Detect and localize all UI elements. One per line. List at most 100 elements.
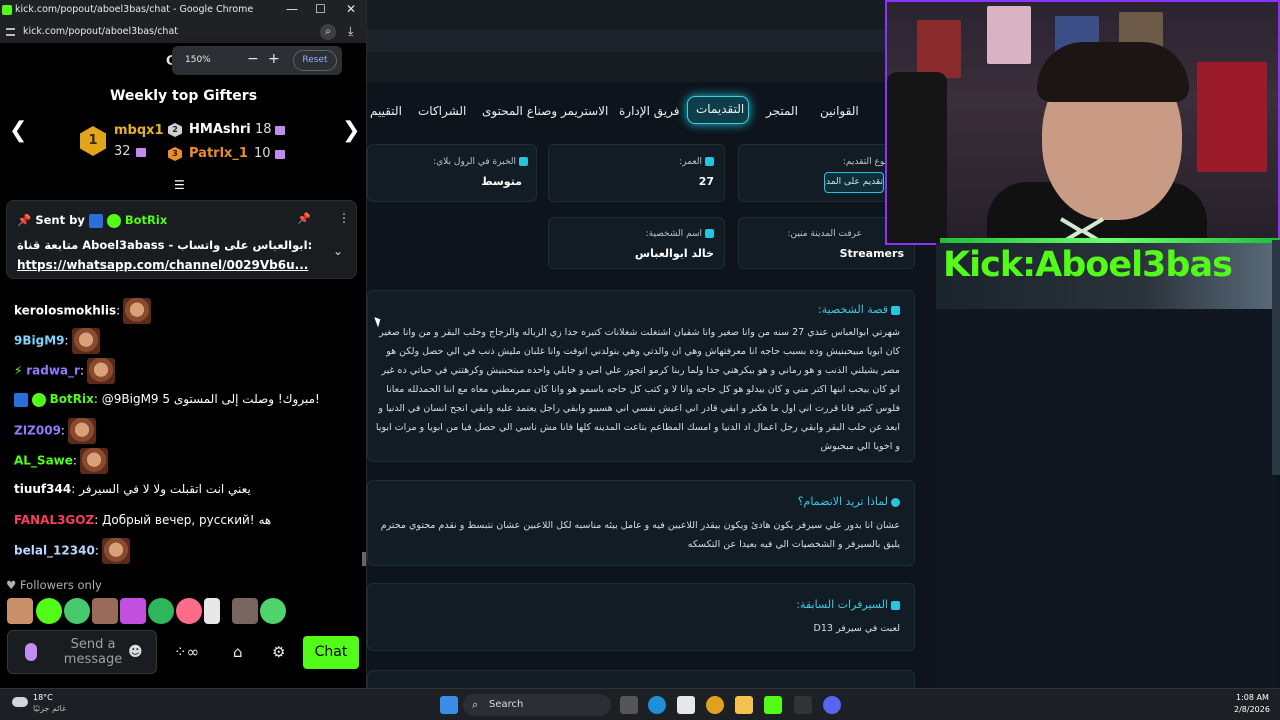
microphone-icon[interactable] xyxy=(25,643,37,661)
chat-input[interactable]: Send a message ☻ xyxy=(7,630,157,674)
gifter-name[interactable]: Patrlx_1 xyxy=(189,146,248,161)
story-text: شهرتي ابوالعباس عندي 27 سنه من وانا صغير… xyxy=(375,327,900,452)
maximize-button[interactable]: ☐ xyxy=(315,2,326,16)
webcam-overlay xyxy=(885,0,1280,245)
pin-icon[interactable]: 📌 xyxy=(297,212,311,225)
close-button[interactable]: ✕ xyxy=(346,2,356,16)
start-icon[interactable] xyxy=(440,696,458,714)
edge-icon[interactable] xyxy=(648,696,666,714)
collapse-handle-icon[interactable]: ☰ xyxy=(174,178,190,192)
expand-icon[interactable]: ⌄ xyxy=(333,244,343,258)
chat-username[interactable]: BotRix xyxy=(50,392,94,406)
chat-username[interactable]: AL_Sawe xyxy=(14,454,73,468)
taskbar-search[interactable]: ⌕ Search xyxy=(463,694,611,716)
discord-icon[interactable] xyxy=(823,696,841,714)
clock-date[interactable]: 2/8/2026 xyxy=(1234,705,1270,714)
story-card: قصة الشخصية: شهرتي ابوالعباس عندي 27 سنه… xyxy=(367,290,915,462)
emote-icon[interactable] xyxy=(148,598,174,624)
gifter-count: 10 xyxy=(254,146,271,161)
file-explorer-icon[interactable] xyxy=(735,696,753,714)
chat-username[interactable]: 9BigM9 xyxy=(14,334,65,348)
send-chat-button[interactable]: Chat xyxy=(303,636,359,669)
url-text: kick.com/popout/aboel3bas/chat xyxy=(23,26,178,37)
emote-icon[interactable] xyxy=(64,598,90,624)
emote-icon[interactable] xyxy=(92,598,118,624)
wall-poster xyxy=(917,20,961,78)
kick-banner-text: Kick:Aboel3bas xyxy=(943,245,1233,285)
bot-badge-icon xyxy=(88,213,103,228)
weather-icon[interactable] xyxy=(12,697,28,707)
weather-temp[interactable]: 18°C xyxy=(33,693,53,702)
chat-message: FANAL3GOZ: Добрый вечер, русский! هه xyxy=(14,513,272,527)
why-title: لماذا تريد الانضمام؟ xyxy=(798,495,900,508)
nav-item-applications[interactable]: التقديمات xyxy=(696,102,744,116)
more-options-icon[interactable]: ⋮ xyxy=(338,211,350,225)
zoom-reset-button[interactable]: Reset xyxy=(293,50,337,71)
chat-username[interactable]: FANAL3GOZ xyxy=(14,513,94,527)
gifter-name[interactable]: HMAshri xyxy=(189,122,251,137)
minimize-button[interactable]: — xyxy=(286,2,298,16)
question-icon xyxy=(891,497,900,507)
next-arrow-icon[interactable]: ❯ xyxy=(342,118,360,143)
nav-item-store[interactable]: المتجر xyxy=(766,104,798,118)
site-settings-icon[interactable] xyxy=(6,28,15,36)
capcut-icon[interactable] xyxy=(794,696,812,714)
download-icon[interactable]: ⤓ xyxy=(348,24,353,39)
gifter-count: 32 xyxy=(114,144,131,159)
emote-icon[interactable] xyxy=(260,598,286,624)
nav-item-staff[interactable]: فريق الإدارة xyxy=(619,104,679,118)
why-text: عشان انا بدور علي سيرفر يكون هادئ ويكون … xyxy=(380,520,900,550)
emote-icon[interactable] xyxy=(204,598,220,624)
windows-taskbar xyxy=(0,688,1280,720)
apply-type-label: نوع التقديم: xyxy=(842,157,887,167)
emote-icon[interactable] xyxy=(36,598,62,624)
followers-only-notice: ♥ Followers only xyxy=(6,578,102,592)
emote-icon[interactable] xyxy=(176,598,202,624)
weekly-gifters-panel: Weekly top Gifters ❮ ❯ 1 mbqx1 32 2 HMAs… xyxy=(0,80,366,192)
zoom-in-button[interactable]: + xyxy=(268,51,280,67)
age-value: 27 xyxy=(698,175,714,188)
nav-item-rules[interactable]: القوانين xyxy=(820,104,859,118)
chat-input-placeholder: Send a message xyxy=(63,637,123,667)
emoji-icon[interactable]: ☻ xyxy=(128,644,143,660)
store-icon[interactable]: ⌂ xyxy=(233,643,243,661)
store-app-icon[interactable] xyxy=(677,696,695,714)
pinned-link[interactable]: https://whatsapp.com/channel/0029Vb6u... xyxy=(17,258,322,272)
nav-item-rating[interactable]: التقييم xyxy=(370,104,402,118)
chat-message: ZIZ009: xyxy=(14,418,96,444)
page-scrollbar[interactable] xyxy=(1272,240,1280,475)
address-bar[interactable]: kick.com/popout/aboel3bas/chat ⌕ ⤓ xyxy=(0,21,366,43)
story-title: قصة الشخصية: xyxy=(818,303,900,316)
apply-city-button[interactable]: تقديم على المدينة xyxy=(824,172,884,193)
chat-message: AL_Sawe: xyxy=(14,448,108,474)
clock-time[interactable]: 1:08 AM xyxy=(1236,693,1269,702)
chat-scrollbar[interactable] xyxy=(362,552,366,566)
zoom-out-button[interactable]: − xyxy=(247,51,259,67)
settings-gear-icon[interactable]: ⚙ xyxy=(272,643,285,661)
emote-icon[interactable] xyxy=(232,598,258,624)
chrome-icon[interactable] xyxy=(706,696,724,714)
chat-message: belal_12340: xyxy=(14,538,130,564)
chat-username[interactable]: kerolosmokhlis xyxy=(14,304,116,318)
emote-icon[interactable] xyxy=(7,598,33,624)
task-view-icon[interactable] xyxy=(620,696,638,714)
kick-app-icon[interactable] xyxy=(764,696,782,714)
gift-icon xyxy=(136,148,146,157)
chat-username[interactable]: ZIZ009 xyxy=(14,424,61,438)
emote-icon[interactable] xyxy=(120,598,146,624)
chat-username[interactable]: tiuuf344 xyxy=(14,482,71,496)
pinned-text: متابعة قناة Aboel3abass - ابوالعباس على … xyxy=(17,238,313,252)
chat-username[interactable]: belal_12340 xyxy=(14,544,95,558)
chat-message: tiuuf344: يعني انت اتقبلت ولا لا في السي… xyxy=(14,482,251,496)
nav-item-partners[interactable]: الشراكات xyxy=(418,104,466,118)
gift-icon xyxy=(275,150,285,159)
zoom-icon[interactable]: ⌕ xyxy=(320,24,336,40)
gifter-name[interactable]: mbqx1 xyxy=(114,123,164,138)
silver-rank-icon: 2 xyxy=(168,123,182,137)
prev-arrow-icon[interactable]: ❮ xyxy=(9,118,27,143)
emote-icon xyxy=(71,328,100,354)
points-icon[interactable]: ⁘∞ xyxy=(174,643,199,661)
nav-item-streamers[interactable]: الاستريمر وصناع المحتوى xyxy=(482,104,608,118)
chat-username[interactable]: radwa_r xyxy=(26,364,80,378)
window-title: kick.com/popout/aboel3bas/chat - Google … xyxy=(15,4,254,15)
